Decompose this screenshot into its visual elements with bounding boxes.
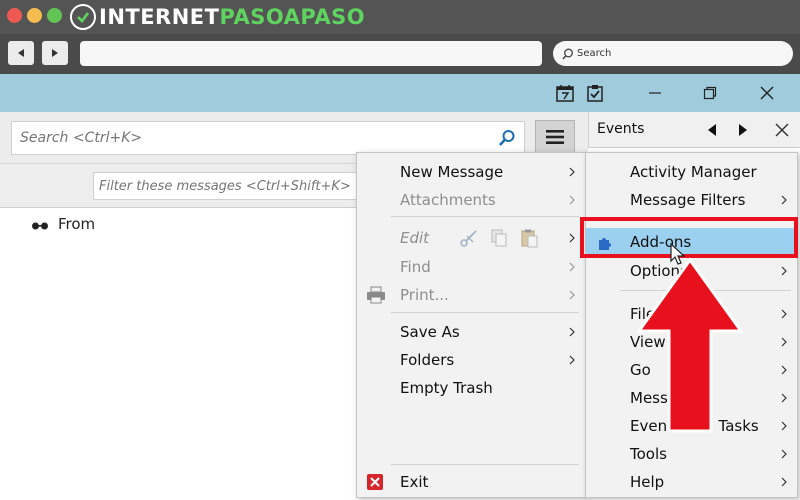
highlight-box — [580, 217, 798, 258]
events-prev-icon[interactable] — [702, 120, 722, 140]
menu-item-label: Save As — [400, 323, 460, 341]
menu-item-help[interactable]: Help — [586, 468, 797, 496]
logo-text-prefix: INTERNET — [99, 5, 220, 29]
menu-item-save-as[interactable]: Save As — [357, 318, 585, 346]
copy-icon[interactable] — [489, 228, 509, 248]
menu-item-print[interactable]: Print... — [357, 281, 585, 309]
browser-search-field[interactable]: Search — [553, 41, 793, 66]
calendar-icon[interactable] — [554, 82, 576, 104]
tasks-icon[interactable] — [584, 82, 606, 104]
chevron-right-icon — [781, 365, 787, 375]
browser-navbar: Search — [0, 34, 800, 74]
search-icon[interactable] — [498, 129, 516, 151]
menu-item-label: Help — [630, 473, 665, 491]
forward-button[interactable] — [42, 41, 68, 65]
restore-icon[interactable] — [699, 82, 721, 104]
chevron-right-icon — [569, 290, 575, 300]
menu-item-new-message[interactable]: New Message — [357, 158, 585, 186]
browser-titlebar: INTERNET PASOAPASO — [0, 0, 800, 34]
menu-separator — [391, 464, 579, 465]
menu-item-activity-manager[interactable]: Activity Manager — [586, 158, 797, 186]
chevron-right-icon — [781, 266, 787, 276]
address-bar[interactable] — [80, 41, 542, 66]
menu-item-tools[interactable]: Tools — [586, 440, 797, 468]
exit-icon — [366, 473, 384, 495]
chevron-right-icon — [781, 195, 787, 205]
events-pane-header: Events — [588, 112, 800, 148]
chevron-right-icon — [569, 233, 575, 243]
menu-item-label: Empty Trash — [400, 379, 493, 397]
chevron-right-icon — [569, 262, 575, 272]
forward-arrow-icon — [52, 49, 58, 57]
menu-item-label: Tools — [630, 445, 667, 463]
app-titlebar — [0, 74, 800, 112]
chevron-right-icon — [781, 393, 787, 403]
menu-item-label: Edit — [400, 229, 430, 247]
filter-messages-input[interactable] — [99, 178, 369, 194]
browser-search-placeholder: Search — [577, 48, 612, 59]
chevron-right-icon — [569, 167, 575, 177]
correspondent-glasses-icon[interactable] — [31, 216, 49, 235]
paste-icon[interactable] — [519, 228, 539, 248]
menu-item-message-filters[interactable]: Message Filters — [586, 186, 797, 214]
minimize-window-button[interactable] — [27, 8, 42, 23]
chevron-right-icon — [569, 195, 575, 205]
logo-check-icon — [70, 4, 96, 30]
menu-item-exit[interactable]: Exit — [357, 468, 585, 496]
chevron-right-icon — [781, 309, 787, 319]
chevron-right-icon — [569, 355, 575, 365]
menu-item-label: Attachments — [400, 191, 496, 209]
chevron-right-icon — [781, 421, 787, 431]
events-next-icon[interactable] — [733, 120, 753, 140]
logo-text-accent: PASOAPASO — [219, 5, 366, 29]
menu-separator — [391, 216, 579, 217]
menu-item-label: Print... — [400, 286, 449, 304]
site-logo: INTERNET PASOAPASO — [70, 3, 365, 31]
quick-search-input[interactable] — [20, 130, 490, 146]
minimize-icon[interactable] — [644, 82, 666, 104]
chevron-right-icon — [781, 449, 787, 459]
search-icon — [562, 48, 573, 59]
menu-item-label: Folders — [400, 351, 455, 369]
app-menu-button[interactable] — [535, 120, 575, 154]
column-from[interactable]: From — [58, 215, 95, 233]
filter-box — [93, 172, 373, 200]
browser-chrome: INTERNET PASOAPASO Search — [0, 0, 800, 74]
chevron-right-icon — [781, 477, 787, 487]
chevron-right-icon — [781, 337, 787, 347]
menu-item-label: Find — [400, 258, 431, 276]
menu-item-empty-trash[interactable]: Empty Trash — [357, 374, 585, 402]
back-button[interactable] — [8, 41, 34, 65]
chevron-right-icon — [569, 327, 575, 337]
menu-item-attachments[interactable]: Attachments — [357, 186, 585, 214]
zoom-window-button[interactable] — [47, 8, 62, 23]
cut-icon[interactable] — [459, 228, 479, 248]
red-arrow-icon — [636, 257, 744, 433]
events-title: Events — [597, 121, 645, 137]
printer-icon — [366, 286, 386, 308]
menu-item-label: Activity Manager — [630, 163, 757, 181]
menu-item-folders[interactable]: Folders — [357, 346, 585, 374]
menu-item-label: Message Filters — [630, 191, 746, 209]
hamburger-icon — [546, 130, 564, 144]
app-menu: New Message Attachments Edit Find Print.… — [356, 152, 586, 498]
thread-column-header: From — [0, 208, 360, 240]
menu-item-find[interactable]: Find — [357, 253, 585, 281]
menu-item-label: New Message — [400, 163, 504, 181]
close-window-button[interactable] — [7, 8, 22, 23]
menu-separator — [391, 312, 579, 313]
menu-item-edit[interactable]: Edit — [357, 224, 585, 252]
back-arrow-icon — [18, 49, 24, 57]
events-close-icon[interactable] — [772, 120, 792, 140]
edit-tools — [459, 228, 539, 248]
quick-search-box — [11, 121, 525, 155]
menu-item-label: Exit — [400, 473, 429, 491]
close-icon[interactable] — [756, 82, 778, 104]
